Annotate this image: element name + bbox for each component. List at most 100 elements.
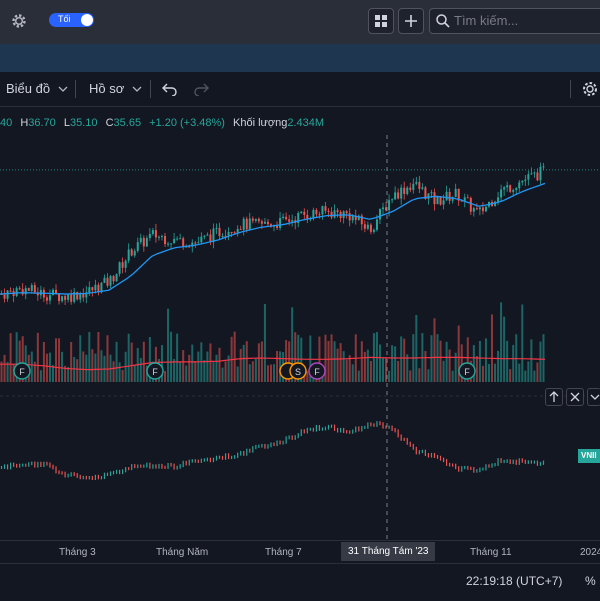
chart-settings-icon[interactable] [581, 80, 599, 98]
chart-menu-button[interactable]: Biểu đồ [6, 81, 68, 96]
candle-body [103, 277, 106, 283]
volume-bar [351, 364, 354, 382]
search-input[interactable]: Tìm kiếm... [429, 8, 600, 34]
candle-body [391, 199, 394, 201]
volume-bar [521, 304, 524, 382]
candle-body [469, 197, 472, 212]
move-pane-up-button[interactable] [545, 388, 563, 406]
candle-body [433, 192, 436, 205]
volume-bar [209, 343, 212, 382]
candle-body [400, 187, 403, 199]
add-button[interactable] [398, 8, 424, 34]
volume-bar [478, 340, 481, 382]
volume-bar [421, 333, 424, 382]
volume-bar [388, 370, 391, 382]
candle-body [194, 242, 197, 244]
candle-body [45, 297, 48, 301]
volume-bar [375, 332, 378, 382]
candle-body [415, 181, 418, 184]
volume-bar [475, 356, 478, 382]
volume-bar [248, 364, 251, 382]
volume-bar [454, 352, 457, 382]
candle-body [6, 290, 9, 299]
volume-bar [85, 354, 88, 382]
candle-body [394, 192, 397, 200]
volume-bar [300, 337, 303, 382]
volume-bar [182, 350, 185, 382]
top-bar: Tối Tìm kiếm... [0, 0, 600, 44]
profile-menu-button[interactable]: Hồ sơ [89, 81, 142, 96]
volume-bar [257, 343, 260, 382]
candle-body [251, 218, 254, 221]
volume-bar [263, 304, 266, 382]
candle-body [527, 174, 530, 180]
candle-body [539, 166, 542, 181]
candle-body [106, 277, 109, 286]
volume-bar [403, 338, 406, 382]
candle-body [0, 294, 3, 295]
volume-bar [497, 350, 500, 382]
candle-body [67, 294, 70, 300]
volume-bar [288, 341, 291, 382]
candle-body [294, 220, 297, 223]
candle-body [542, 166, 545, 168]
candle-body [227, 231, 230, 237]
volume-bar [179, 361, 182, 382]
candle-body [536, 172, 539, 181]
candle-body [309, 218, 312, 220]
volume-bar [348, 355, 351, 382]
theme-toggle[interactable]: Tối [49, 13, 94, 27]
volume-bar [200, 342, 203, 382]
volume-bar [382, 357, 385, 382]
layout-grid-button[interactable] [368, 8, 394, 34]
candle-body [188, 246, 191, 248]
volume-bar [191, 344, 194, 382]
candle-body [533, 172, 536, 174]
volume-bar [391, 345, 394, 382]
toolbar-divider [150, 80, 151, 98]
candle-body [363, 224, 366, 229]
moving-average-line [0, 182, 546, 295]
volume-bar [445, 341, 448, 382]
candle-body [388, 200, 391, 211]
candle-body [3, 294, 6, 299]
percent-scale-toggle[interactable]: % [585, 574, 596, 588]
volume-bar [45, 353, 48, 382]
x-tick-label: Tháng 11 [470, 547, 512, 558]
volume-bar [212, 362, 215, 382]
candle-body [279, 218, 282, 228]
candle-body [203, 235, 206, 237]
candle-body [457, 188, 460, 201]
candle-body [366, 224, 369, 229]
candle-body [315, 209, 318, 215]
more-pane-button[interactable] [587, 388, 600, 406]
candle-body [354, 215, 357, 220]
settings-gear-icon[interactable] [10, 12, 28, 30]
candle-body [418, 181, 421, 189]
candle-body [339, 211, 342, 218]
candle-body [530, 173, 533, 175]
volume-bar [539, 341, 542, 382]
volume-ma-line [0, 356, 546, 371]
volume-bar [509, 369, 512, 382]
candle-body [403, 187, 406, 195]
volume-bar [527, 361, 530, 382]
time-axis[interactable]: Tháng 3 Tháng Năm Tháng 7 31 Tháng Tám '… [0, 540, 600, 563]
close-pane-button[interactable] [566, 388, 584, 406]
volume-bar [73, 356, 76, 382]
volume-bar [542, 334, 545, 382]
candle-body [385, 207, 388, 211]
volume-bar [48, 352, 51, 382]
undo-icon[interactable] [162, 82, 178, 96]
candle-body [472, 208, 475, 212]
volume-bar [61, 351, 64, 382]
volume-bar [58, 338, 61, 382]
redo-icon[interactable] [193, 82, 209, 96]
chevron-down-icon [132, 86, 142, 92]
event-marker [458, 362, 476, 380]
candle-body [42, 289, 45, 298]
clock-timezone[interactable]: 22:19:18 (UTC+7) [466, 574, 562, 588]
candle-body [509, 185, 512, 192]
volume-bar [342, 351, 345, 382]
candle-body [58, 293, 61, 302]
